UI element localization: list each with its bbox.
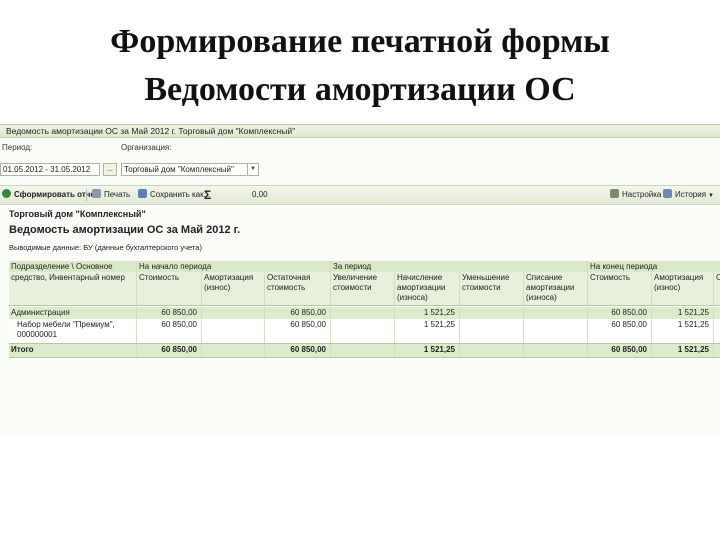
table-cell: 60 850,00: [588, 307, 652, 319]
report-output-note: Выводимые данные: БУ (данные бухгалтерск…: [9, 243, 202, 252]
generate-report-button[interactable]: Сформировать отчет: [2, 188, 99, 202]
table-cell: [460, 344, 524, 357]
report-title: Ведомость амортизации ОС за Май 2012 г.: [9, 224, 241, 236]
sum-value: 0,00: [252, 190, 268, 199]
table-cell: 1 521,25: [652, 319, 714, 343]
column-header: Стоимость: [588, 272, 652, 305]
history-icon: [663, 189, 672, 198]
group-header-object: Подразделение \ Основное: [9, 261, 137, 272]
table-cell: [524, 344, 588, 357]
column-header: Начисление амортизации (износа): [395, 272, 460, 305]
column-header: Остаточная стоимость: [265, 272, 331, 305]
table-cell: [202, 344, 265, 357]
column-header: Стоимость: [137, 272, 202, 305]
slide-title-line2: Ведомости амортизации ОС: [144, 71, 576, 108]
app-window: Ведомость амортизации ОС за Май 2012 г. …: [0, 124, 720, 435]
save-as-label: Сохранить как...: [150, 190, 211, 199]
column-header: Списание амортизации (износа): [524, 272, 588, 305]
play-icon: [2, 189, 11, 198]
table-cell: Набор мебели "Премиум", 000000001: [9, 319, 137, 343]
table-cell: [524, 307, 588, 319]
column-header: Амортизация (износ): [652, 272, 714, 305]
table-cell: 60 850,00: [265, 344, 331, 357]
table-cell: Администрация: [9, 307, 137, 319]
slide-title-line1: Формирование печатной формы: [110, 23, 610, 60]
table-cell: 60 850,00: [588, 319, 652, 343]
table-cell: 1 521,25: [652, 344, 714, 357]
column-header: Увеличение стоимости: [331, 272, 395, 305]
column-header: Амортизация (износ): [202, 272, 265, 305]
group-header-start: На начало периода: [137, 261, 331, 272]
table-cell: 60 850,00: [137, 344, 202, 357]
slide-title: Формирование печатной формы Ведомости ам…: [0, 18, 720, 114]
sum-icon: Σ: [204, 188, 212, 202]
table-total-row[interactable]: Итого 60 850,00 60 850,00 1 521,25 60 85…: [9, 343, 720, 358]
organization-field[interactable]: Торговый дом "Комплексный" ▼: [121, 163, 259, 176]
report-organization: Торговый дом "Комплексный": [9, 209, 146, 219]
organization-label: Организация:: [121, 143, 172, 152]
toolbar-divider: [86, 189, 87, 201]
floppy-icon: [138, 189, 147, 198]
group-header-end: На конец периода: [590, 262, 658, 271]
table-column-header: средство, Инвентарный номер Стоимость Ам…: [9, 272, 720, 306]
printer-icon: [92, 189, 101, 198]
window-title: Ведомость амортизации ОС за Май 2012 г. …: [0, 125, 720, 138]
print-button[interactable]: Печать: [92, 188, 130, 202]
table-cell: 60 850,00: [137, 307, 202, 319]
column-header: С: [714, 272, 720, 305]
save-as-button[interactable]: Сохранить как...: [138, 188, 210, 202]
table-cell: 60 850,00: [265, 307, 331, 319]
table-cell: [202, 319, 265, 343]
chevron-down-icon: ▼: [708, 193, 714, 199]
history-label: История: [675, 190, 707, 199]
period-field[interactable]: 01.05.2012 - 31.05.2012: [0, 163, 100, 176]
period-label: Период:: [2, 143, 33, 152]
table-cell: [331, 344, 395, 357]
settings-button[interactable]: Настройка: [610, 188, 661, 202]
table-row[interactable]: Администрация 60 850,00 60 850,00 1 521,…: [9, 307, 720, 319]
table-cell: 1 521,25: [652, 307, 714, 319]
organization-value: Торговый дом "Комплексный": [124, 165, 234, 174]
table-cell: 60 850,00: [137, 319, 202, 343]
table-cell: [331, 307, 395, 319]
chevron-down-icon[interactable]: ▼: [247, 164, 258, 175]
table-row[interactable]: Набор мебели "Премиум", 000000001 60 850…: [9, 319, 720, 343]
table-cell: [714, 344, 720, 357]
toolbar: Сформировать отчет Печать Сохранить как.…: [0, 185, 720, 205]
column-header: средство, Инвентарный номер: [9, 272, 137, 305]
period-select-button[interactable]: ...: [103, 163, 117, 176]
table-cell: [524, 319, 588, 343]
print-label: Печать: [104, 190, 131, 199]
table-cell: [202, 307, 265, 319]
table-cell: 1 521,25: [395, 319, 460, 343]
table-cell: 1 521,25: [395, 344, 460, 357]
settings-icon: [610, 189, 619, 198]
table-cell: 60 850,00: [588, 344, 652, 357]
table-cell: Итого: [9, 344, 137, 357]
table-cell: [331, 319, 395, 343]
group-header-period: За период: [331, 261, 588, 272]
settings-label: Настройка: [622, 190, 662, 199]
table-cell: 1 521,25: [395, 307, 460, 319]
column-header: Уменьшение стоимости: [460, 272, 524, 305]
table-cell: [714, 307, 720, 319]
table-cell: [460, 319, 524, 343]
table-group-header: Подразделение \ Основное На начало перио…: [9, 261, 720, 272]
history-button[interactable]: История ▼: [663, 188, 714, 202]
table-cell: [714, 319, 720, 343]
table-cell: [460, 307, 524, 319]
table-cell: 60 850,00: [265, 319, 331, 343]
